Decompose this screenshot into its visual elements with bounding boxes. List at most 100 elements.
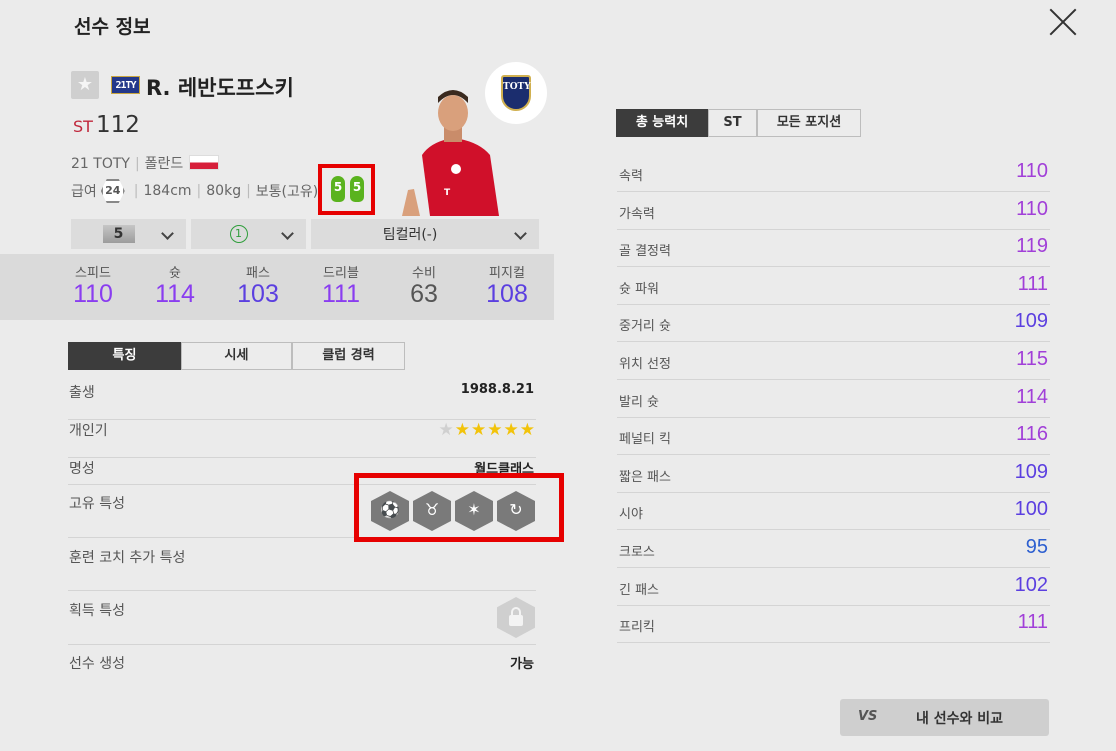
attribute-value: 115 (1016, 348, 1048, 370)
create-label: 선수 생성 (69, 656, 125, 672)
season-badge: 21TY (111, 76, 140, 94)
stat-3: 드리블 111 (306, 262, 376, 309)
tab-total-attributes[interactable]: 총 능력치 (616, 109, 708, 137)
right-foot-icon: 5 (350, 176, 364, 202)
tab-features[interactable]: 특징 (68, 342, 181, 370)
height-text: 184cm (143, 183, 192, 199)
birth-value: 1988.8.21 (460, 382, 534, 397)
attribute-row: 크로스 95 (617, 530, 1050, 568)
create-row: 선수 생성 가능 (68, 653, 536, 683)
card-logo-icon: TOTY (485, 62, 547, 124)
compare-button[interactable]: VS 내 선수와 비교 (840, 699, 1049, 736)
popularity-label: 개인기 (69, 423, 108, 439)
stat-value: 108 (486, 280, 528, 308)
attribute-row: 페널티 킥 116 (617, 417, 1050, 456)
level-value: 1 (229, 225, 248, 243)
tab-club-history[interactable]: 클럽 경력 (292, 342, 405, 370)
stat-value: 103 (237, 280, 279, 308)
attribute-label: 중거리 슛 (619, 319, 671, 335)
stat-label: 수비 (412, 266, 436, 281)
stat-label: 드리블 (323, 266, 359, 281)
season-text: 21 TOTY (71, 156, 130, 172)
toty-shield-icon: TOTY (501, 75, 531, 111)
team-color-select[interactable]: 팀컬러(-) (311, 219, 539, 249)
level-select[interactable]: 1 (191, 219, 306, 249)
bull-icon[interactable]: ♉ (413, 491, 451, 531)
grade-select[interactable]: 5 (71, 219, 186, 249)
attribute-label: 프리킥 (619, 620, 655, 636)
foot-skill-highlight: 5 5 (318, 164, 375, 215)
season-nation-line: 21 TOTY | 폴란드 (71, 153, 220, 173)
page-title: 선수 정보 (74, 16, 151, 38)
stat-label: 피지컬 (489, 266, 525, 281)
popularity-stars: ★★★★★★ (439, 420, 536, 440)
compare-label: 내 선수와 비교 (915, 711, 1004, 727)
attribute-label: 골 결정력 (619, 244, 671, 260)
favorite-star-icon[interactable]: ★ (71, 71, 99, 99)
player-name: R. 레반도프스키 (146, 76, 294, 100)
chevron-down-icon (514, 227, 527, 240)
poland-flag-icon (189, 155, 220, 170)
birth-label: 출생 (69, 385, 95, 401)
attribute-value: 109 (1014, 460, 1048, 483)
attribute-label: 가속력 (619, 206, 655, 222)
attribute-value: 111 (1017, 272, 1048, 295)
attribute-label: 짧은 패스 (619, 469, 671, 485)
attribute-row: 속력 110 (617, 154, 1050, 192)
star-filled-icon: ★★★★★ (454, 420, 536, 440)
create-value: 가능 (510, 657, 534, 672)
unique-traits-label: 고유 특성 (69, 496, 125, 512)
attribute-label: 페널티 킥 (619, 432, 671, 448)
chevron-down-icon (161, 227, 174, 240)
tab-price[interactable]: 시세 (181, 342, 292, 370)
stat-5: 피지컬 108 (472, 262, 542, 309)
stat-4: 수비 63 (389, 262, 459, 309)
unique-traits-highlight: ⚽ ♉ ✶ ↻ (354, 473, 564, 542)
stat-label: 슛 (169, 266, 181, 281)
weight-text: 80kg (206, 183, 242, 199)
stat-label: 패스 (246, 266, 270, 281)
attribute-value: 102 (1014, 573, 1048, 596)
attribute-value: 114 (1016, 385, 1048, 408)
attribute-row: 중거리 슛 109 (617, 304, 1050, 343)
acquired-traits-row: 획득 특성 (68, 600, 536, 645)
curl-shot-icon[interactable]: ↻ (497, 491, 535, 531)
grade-value: 5 (102, 225, 135, 243)
attribute-value: 100 (1014, 498, 1048, 521)
info-tabs: 특징 시세 클럽 경력 (68, 342, 405, 370)
speed-dribble-icon[interactable]: ✶ (455, 491, 493, 531)
attribute-value: 109 (1014, 310, 1048, 333)
stat-2: 패스 103 (223, 262, 293, 309)
coach-traits-label: 훈련 코치 추가 특성 (69, 550, 186, 566)
popularity-row: 개인기 ★★★★★★ (68, 420, 536, 458)
close-icon[interactable] (1047, 6, 1079, 38)
team-color-value: 팀컬러(-) (382, 227, 438, 243)
attribute-row: 발리 슛 114 (617, 380, 1050, 418)
salary-label: 급여 (71, 184, 97, 200)
attribute-value: 95 (1025, 536, 1048, 558)
attribute-row: 긴 패스 102 (617, 568, 1050, 606)
stat-0: 스피드 110 (58, 262, 128, 309)
attribute-label: 발리 슛 (619, 394, 660, 410)
attribute-tabs: 총 능력치 ST 모든 포지션 (616, 109, 861, 137)
attribute-value: 110 (1016, 160, 1048, 182)
coach-traits-row: 훈련 코치 추가 특성 (68, 547, 536, 591)
salary-badge: 24 (100, 179, 125, 203)
acquired-traits-label: 획득 특성 (69, 603, 125, 619)
attribute-label: 시야 (619, 507, 643, 523)
attribute-label: 속력 (619, 169, 643, 184)
attribute-value: 110 (1016, 197, 1048, 220)
position-label: ST (73, 117, 93, 136)
attribute-row: 시야 100 (617, 492, 1050, 531)
stat-label: 스피드 (75, 266, 111, 281)
stat-value: 114 (155, 280, 195, 308)
tab-st[interactable]: ST (708, 109, 757, 137)
attribute-row: 프리킥 111 (617, 605, 1050, 644)
attribute-row: 골 결정력 119 (617, 229, 1050, 268)
overall-rating: 112 (96, 112, 140, 138)
goal-net-icon[interactable]: ⚽ (371, 491, 409, 531)
physical-line: 급여 24 | 184cm | 80kg | 보통(고유) (71, 179, 318, 203)
attribute-row: 가속력 110 (617, 192, 1050, 230)
tab-all-positions[interactable]: 모든 포지션 (757, 109, 861, 137)
attribute-row: 위치 선정 115 (617, 342, 1050, 380)
